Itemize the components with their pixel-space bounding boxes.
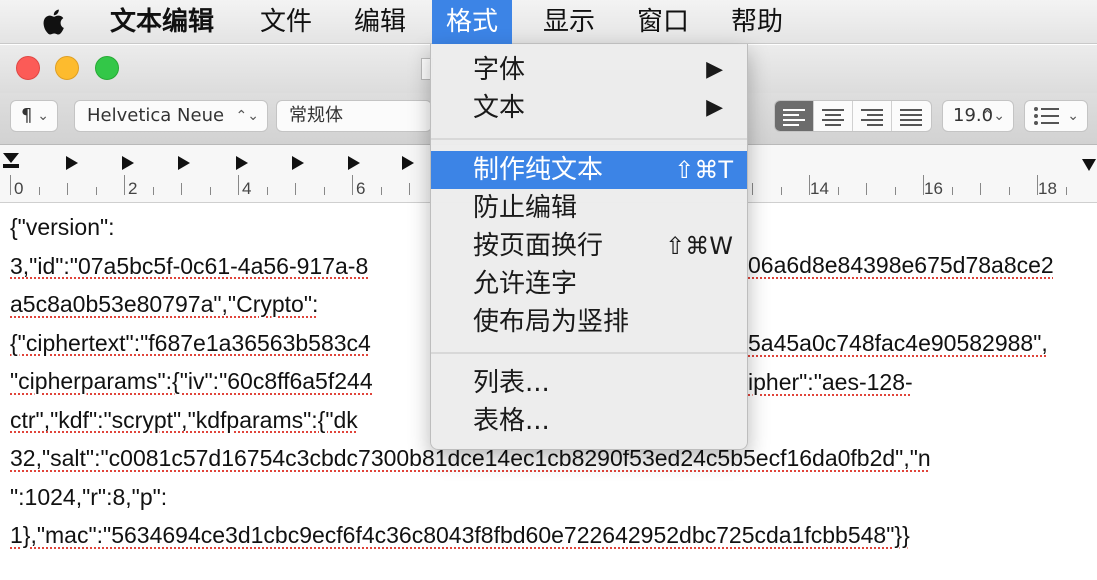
font-family-value: Helvetica Neue [87,105,225,126]
ruler-label: 2 [128,179,138,198]
right-indent-marker[interactable] [1082,159,1096,171]
submenu-arrow-icon: ▶ [706,95,723,120]
menu-file[interactable]: 文件 [248,0,324,44]
align-left-button[interactable] [775,101,814,131]
menu-item-font[interactable]: 字体 ▶ [431,51,747,89]
paragraph-style-popup[interactable]: ¶ ⌄ [10,100,58,132]
shortcut-label: ⇧⌘W [665,232,733,260]
text-line: 1},"mac":"5634694ce3d1cbc9ecf6f4c36c8043… [10,522,910,548]
shortcut-label: ⇧⌘T [674,156,733,184]
align-justify-button[interactable] [892,101,931,131]
tab-stop[interactable] [348,156,360,170]
apple-logo-icon[interactable] [38,6,70,38]
align-right-button[interactable] [853,101,892,131]
alignment-segmented-control [774,100,932,132]
menu-bar: 文本编辑 文件 编辑 格式 显示 窗口 帮助 [0,0,1097,44]
menu-item-text[interactable]: 文本 ▶ [431,89,747,127]
chevron-down-icon: ⌄ [1067,108,1079,124]
bullet-list-icon [1034,107,1059,125]
ruler-label: 6 [356,179,366,198]
text-fragment: ipher":"aes-128- [748,369,913,395]
menu-item-vertical-layout[interactable]: 使布局为竖排 [431,303,747,341]
font-style-value: 常规体 [289,105,343,126]
menu-separator [431,138,747,140]
menu-view[interactable]: 显示 [531,0,607,44]
tab-stop[interactable] [236,156,248,170]
ruler-label: 0 [14,179,24,198]
line-spacing-popup[interactable]: 19.0 ⌃⌄ [942,100,1014,132]
menu-window[interactable]: 窗口 [625,0,701,44]
menu-item-make-plain-text[interactable]: 制作纯文本 ⇧⌘T [431,151,747,189]
menu-format[interactable]: 格式 [432,0,513,44]
menu-item-allow-ligatures[interactable]: 允许连字 [431,265,747,303]
menu-item-prevent-editing[interactable]: 防止编辑 [431,189,747,227]
paragraph-icon: ¶ [21,105,33,126]
list-style-popup[interactable]: ⌄ [1024,100,1088,132]
close-window-button[interactable] [16,56,40,80]
updown-chevron-icon: ⌃⌄ [235,108,259,124]
text-line: ":1024,"r":8,"p": [10,483,168,510]
menu-item-list[interactable]: 列表... [431,364,747,402]
ruler-label: 16 [924,179,943,198]
minimize-window-button[interactable] [55,56,79,80]
text-fragment: 5a45a0c748fac4e90582988", [748,330,1048,356]
zoom-window-button[interactable] [95,56,119,80]
updown-chevron-icon: ⌃⌄ [981,108,1005,124]
left-indent-marker[interactable] [3,164,19,168]
ruler-label: 14 [810,179,829,198]
tab-stop[interactable] [66,156,78,170]
menu-app-name[interactable]: 文本编辑 [98,0,226,44]
text-fragment: 06a6d8e84398e675d78a8ce2 [748,252,1054,278]
first-line-indent-marker[interactable] [3,153,19,163]
menu-item-table[interactable]: 表格... [431,402,747,440]
font-style-popup[interactable]: 常规体 [276,100,432,132]
tab-stop[interactable] [122,156,134,170]
ruler-label: 18 [1038,179,1057,198]
ruler-label: 4 [242,179,252,198]
chevron-down-icon: ⌄ [37,108,49,124]
submenu-arrow-icon: ▶ [706,57,723,82]
tab-stop[interactable] [292,156,304,170]
menu-item-wrap-to-page[interactable]: 按页面换行 ⇧⌘W [431,227,747,265]
format-menu-dropdown: 字体 ▶ 文本 ▶ 制作纯文本 ⇧⌘T 防止编辑 按页面换行 ⇧⌘W 允许连字 … [430,44,748,450]
tab-stop[interactable] [178,156,190,170]
tab-stop[interactable] [402,156,414,170]
menu-separator [431,352,747,354]
font-family-popup[interactable]: Helvetica Neue ⌃⌄ [74,100,268,132]
menu-help[interactable]: 帮助 [719,0,795,44]
align-center-button[interactable] [814,101,853,131]
menu-edit[interactable]: 编辑 [342,0,418,44]
